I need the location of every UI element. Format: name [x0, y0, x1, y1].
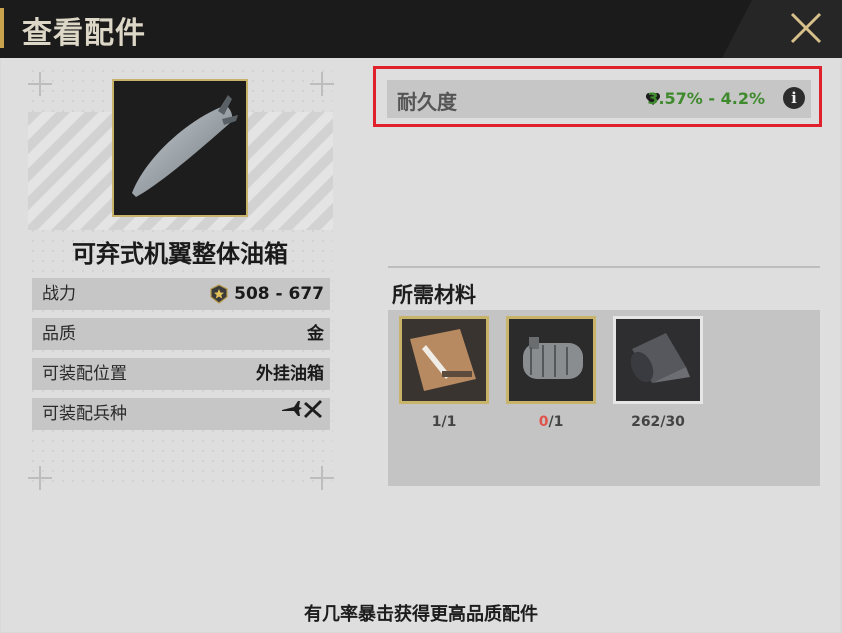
material-slot[interactable]: 0/1 — [506, 316, 596, 430]
header-bar: 查看配件 — [0, 0, 842, 58]
count-have: 262 — [631, 414, 661, 430]
material-slot[interactable]: 262/30 — [613, 316, 703, 430]
stat-value: 508 - 677 — [210, 278, 324, 310]
section-divider — [388, 266, 820, 268]
aircraft-type-icons — [282, 400, 322, 418]
page-title: 查看配件 — [22, 16, 146, 51]
metal-roll-icon — [616, 319, 700, 401]
blueprint-icon — [402, 319, 486, 401]
footer-note: 有几率暴击获得更高品质配件 — [304, 604, 538, 625]
material-image — [399, 316, 489, 404]
stat-row-unit-type: 可装配兵种 — [32, 398, 330, 430]
material-count: 0/1 — [538, 414, 564, 430]
stat-row-slot: 可装配位置 外挂油箱 — [32, 358, 330, 390]
count-need: 1 — [553, 414, 564, 430]
item-image — [112, 79, 248, 217]
item-name: 可弃式机翼整体油箱 — [72, 240, 288, 268]
corner-plus-icon — [28, 466, 52, 490]
materials-title: 所需材料 — [392, 283, 476, 307]
boiler-engine-icon — [509, 319, 593, 401]
corner-plus-icon — [310, 466, 334, 490]
stat-label: 可装配位置 — [42, 364, 127, 384]
material-slot[interactable]: 1/1 — [399, 316, 489, 430]
material-count: 1/1 — [431, 414, 457, 430]
count-have: 0 — [538, 414, 549, 430]
star-badge-icon — [210, 284, 228, 304]
stats-list: 战力 508 - 677 品质 金 可装配位置 外挂油箱 可装配兵种 — [32, 278, 330, 438]
slot-value: 外挂油箱 — [256, 364, 324, 384]
count-need: 1 — [446, 414, 457, 430]
stat-row-power: 战力 508 - 677 — [32, 278, 330, 310]
materials-panel: 1/1 0/1 262/30 — [388, 310, 820, 486]
close-icon — [790, 12, 822, 44]
power-value: 508 - 677 — [234, 284, 324, 304]
quality-value: 金 — [307, 324, 324, 344]
count-need: 30 — [665, 414, 685, 430]
stat-label: 可装配兵种 — [42, 404, 127, 424]
highlight-box — [373, 66, 822, 127]
close-button[interactable] — [784, 6, 828, 50]
corner-plus-icon — [28, 72, 52, 96]
stat-row-quality: 品质 金 — [32, 318, 330, 350]
drop-tank-icon — [132, 95, 238, 197]
count-have: 1 — [431, 414, 442, 430]
material-count: 262/30 — [631, 414, 685, 430]
corner-plus-icon — [310, 72, 334, 96]
title-accent — [0, 8, 4, 48]
material-image — [506, 316, 596, 404]
unit-type-icons — [280, 398, 324, 420]
stat-label: 战力 — [42, 284, 76, 304]
material-image — [613, 316, 703, 404]
stat-label: 品质 — [42, 324, 76, 344]
